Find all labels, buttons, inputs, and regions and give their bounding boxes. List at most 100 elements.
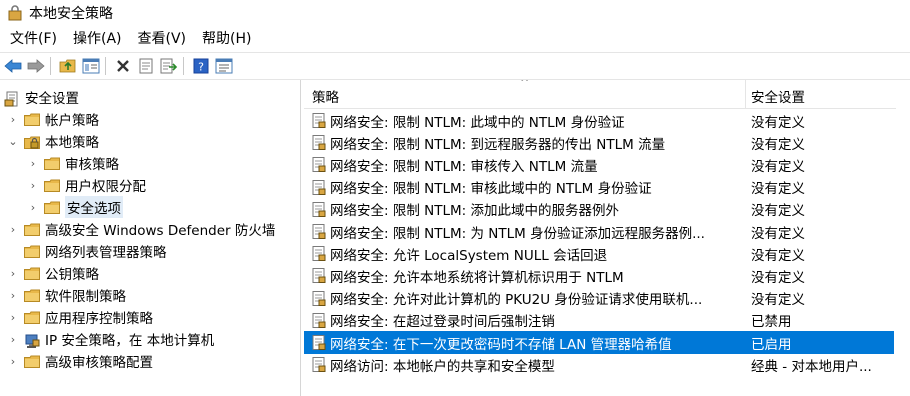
tree-node-label: 用户权限分配 [65, 179, 146, 195]
tree-node[interactable]: › 公钥策略 [6, 262, 99, 284]
security-policy-app-icon [8, 5, 22, 21]
column-divider[interactable] [745, 80, 746, 108]
chevron-right-icon[interactable]: › [6, 266, 20, 280]
policy-setting: 没有定义 [751, 158, 805, 175]
tree-node-label: 高级安全 Windows Defender 防火墙 [45, 223, 276, 239]
chevron-right-icon[interactable]: › [26, 156, 40, 170]
tree-pane[interactable]: 安全设置 › 帐户策略 ⌄ 本地策略 › 审核策略 › 用户权限分配 › 安全选项 › 高级安全 Win… [0, 80, 301, 396]
table-row[interactable]: 网络安全: 限制 NTLM: 审核传入 NTLM 流量 没有定义 [304, 153, 894, 176]
tree-node[interactable]: › 软件限制策略 [6, 284, 126, 306]
up-folder-icon[interactable] [58, 56, 78, 76]
table-row[interactable]: 网络安全: 限制 NTLM: 到远程服务器的传出 NTLM 流量 没有定义 [304, 131, 894, 154]
policy-icon [312, 312, 326, 328]
policy-name: 网络安全: 限制 NTLM: 此域中的 NTLM 身份验证 [330, 114, 625, 131]
chevron-right-icon[interactable]: › [26, 178, 40, 192]
folder-icon [44, 201, 60, 214]
folder-icon [44, 179, 60, 192]
chevron-down-icon[interactable]: ⌄ [6, 134, 20, 148]
menu-view[interactable]: 查看(V) [130, 27, 195, 51]
column-header-setting[interactable]: 安全设置 [751, 86, 805, 106]
policy-folder-icon [24, 135, 40, 149]
tree-node-label: 高级审核策略配置 [45, 355, 153, 371]
policy-name: 网络安全: 限制 NTLM: 添加此域中的服务器例外 [330, 203, 619, 220]
tree-node-label: 安全设置 [25, 91, 79, 107]
policy-icon [312, 157, 326, 173]
tree-node[interactable]: 安全设置 [4, 86, 79, 108]
tree-node[interactable]: › 安全选项 [26, 196, 123, 218]
table-row[interactable]: 网络安全: 在下一次更改密码时不存储 LAN 管理器哈希值 已启用 [304, 331, 894, 354]
policy-setting: 没有定义 [751, 203, 805, 220]
table-row[interactable]: 网络安全: 允许本地系统将计算机标识用于 NTLM 没有定义 [304, 264, 894, 287]
chevron-right-icon[interactable]: › [6, 354, 20, 368]
folder-icon [24, 355, 40, 368]
toolbar-separator [50, 57, 51, 75]
properties-icon[interactable] [136, 56, 156, 76]
policy-icon [312, 290, 326, 306]
tree-node[interactable]: ⌄ 本地策略 [6, 130, 99, 152]
export-list-icon[interactable] [159, 56, 179, 76]
folder-icon [24, 289, 40, 302]
chevron-right-icon[interactable]: › [26, 200, 40, 214]
show-hide-tree-icon[interactable] [81, 56, 101, 76]
toolbar: ? [0, 52, 910, 80]
chevron-right-icon[interactable]: › [6, 332, 20, 346]
table-row[interactable]: 网络安全: 允许 LocalSystem NULL 会话回退 没有定义 [304, 242, 894, 265]
policy-name: 网络安全: 限制 NTLM: 为 NTLM 身份验证添加远程服务器例... [330, 225, 705, 242]
policy-list-pane[interactable]: ^ 策略 安全设置 网络安全: 限制 NTLM: 此域中的 NTLM 身份验证没… [304, 80, 910, 396]
folder-icon [24, 245, 40, 258]
tree-node[interactable]: 网络列表管理器策略 [6, 240, 167, 262]
tree-node-label: 公钥策略 [45, 267, 99, 283]
view-icon[interactable] [214, 56, 234, 76]
policy-setting: 没有定义 [751, 225, 805, 242]
column-header-policy[interactable]: 策略 [312, 86, 339, 106]
tree-node[interactable]: › 用户权限分配 [26, 174, 146, 196]
toolbar-separator [105, 57, 106, 75]
policy-icon [312, 135, 326, 151]
vertical-scrollbar[interactable] [896, 80, 910, 396]
policy-icon [312, 246, 326, 262]
tree-node-label: 网络列表管理器策略 [45, 245, 167, 261]
menu-action[interactable]: 操作(A) [65, 27, 130, 51]
tree-node-label: 本地策略 [45, 135, 99, 151]
chevron-right-icon[interactable]: › [6, 288, 20, 302]
menu-file[interactable]: 文件(F) [0, 27, 65, 51]
tree-node[interactable]: › IP 安全策略，在 本地计算机 [6, 328, 214, 350]
table-row[interactable]: 网络访问: 本地帐户的共享和安全模型 经典 - 对本地用户... [304, 353, 894, 376]
policy-setting: 没有定义 [751, 247, 805, 264]
policy-setting: 没有定义 [751, 114, 805, 131]
table-row[interactable]: 网络安全: 允许对此计算机的 PKU2U 身份验证请求使用联机... 没有定义 [304, 287, 894, 310]
tree-node[interactable]: › 高级审核策略配置 [6, 350, 153, 372]
policy-name: 网络安全: 允许 LocalSystem NULL 会话回退 [330, 247, 608, 264]
menu-bar: 文件(F) 操作(A) 查看(V) 帮助(H) [0, 27, 910, 51]
policy-name: 网络安全: 允许本地系统将计算机标识用于 NTLM [330, 269, 624, 286]
tree-node[interactable]: › 高级安全 Windows Defender 防火墙 [6, 218, 276, 240]
menu-help[interactable]: 帮助(H) [194, 27, 259, 51]
policy-name: 网络安全: 限制 NTLM: 审核此域中的 NTLM 身份验证 [330, 181, 652, 198]
chevron-right-icon[interactable]: › [6, 222, 20, 236]
chevron-right-icon[interactable]: › [6, 112, 20, 126]
title-bar: 本地安全策略 [0, 0, 910, 26]
table-row[interactable]: 网络安全: 在超过登录时间后强制注销 已禁用 [304, 309, 894, 332]
policy-setting: 经典 - 对本地用户... [751, 358, 872, 375]
tree-node-label: 软件限制策略 [45, 289, 126, 305]
tree-node[interactable]: › 审核策略 [26, 152, 119, 174]
policy-icon [312, 224, 326, 239]
tree-node[interactable]: › 应用程序控制策略 [6, 306, 153, 328]
policy-icon [312, 179, 326, 195]
table-row[interactable]: 网络安全: 限制 NTLM: 添加此域中的服务器例外 没有定义 [304, 198, 894, 221]
folder-icon [44, 157, 60, 170]
tree-node-label: 安全选项 [65, 196, 123, 218]
help-icon[interactable]: ? [191, 56, 211, 76]
table-row[interactable]: 网络安全: 限制 NTLM: 为 NTLM 身份验证添加远程服务器例... 没有定… [304, 220, 894, 243]
policy-name: 网络安全: 在下一次更改密码时不存储 LAN 管理器哈希值 [330, 336, 672, 353]
table-row[interactable]: 网络安全: 限制 NTLM: 审核此域中的 NTLM 身份验证 没有定义 [304, 176, 894, 199]
back-arrow-icon[interactable] [3, 56, 23, 76]
tree-node[interactable]: › 帐户策略 [6, 108, 99, 130]
folder-icon [24, 113, 40, 126]
forward-arrow-icon[interactable] [26, 56, 46, 76]
policy-icon [312, 268, 326, 284]
table-row[interactable]: 网络安全: 限制 NTLM: 此域中的 NTLM 身份验证 没有定义 [304, 109, 894, 132]
chevron-right-icon[interactable]: › [6, 310, 20, 324]
delete-icon[interactable] [113, 56, 133, 76]
